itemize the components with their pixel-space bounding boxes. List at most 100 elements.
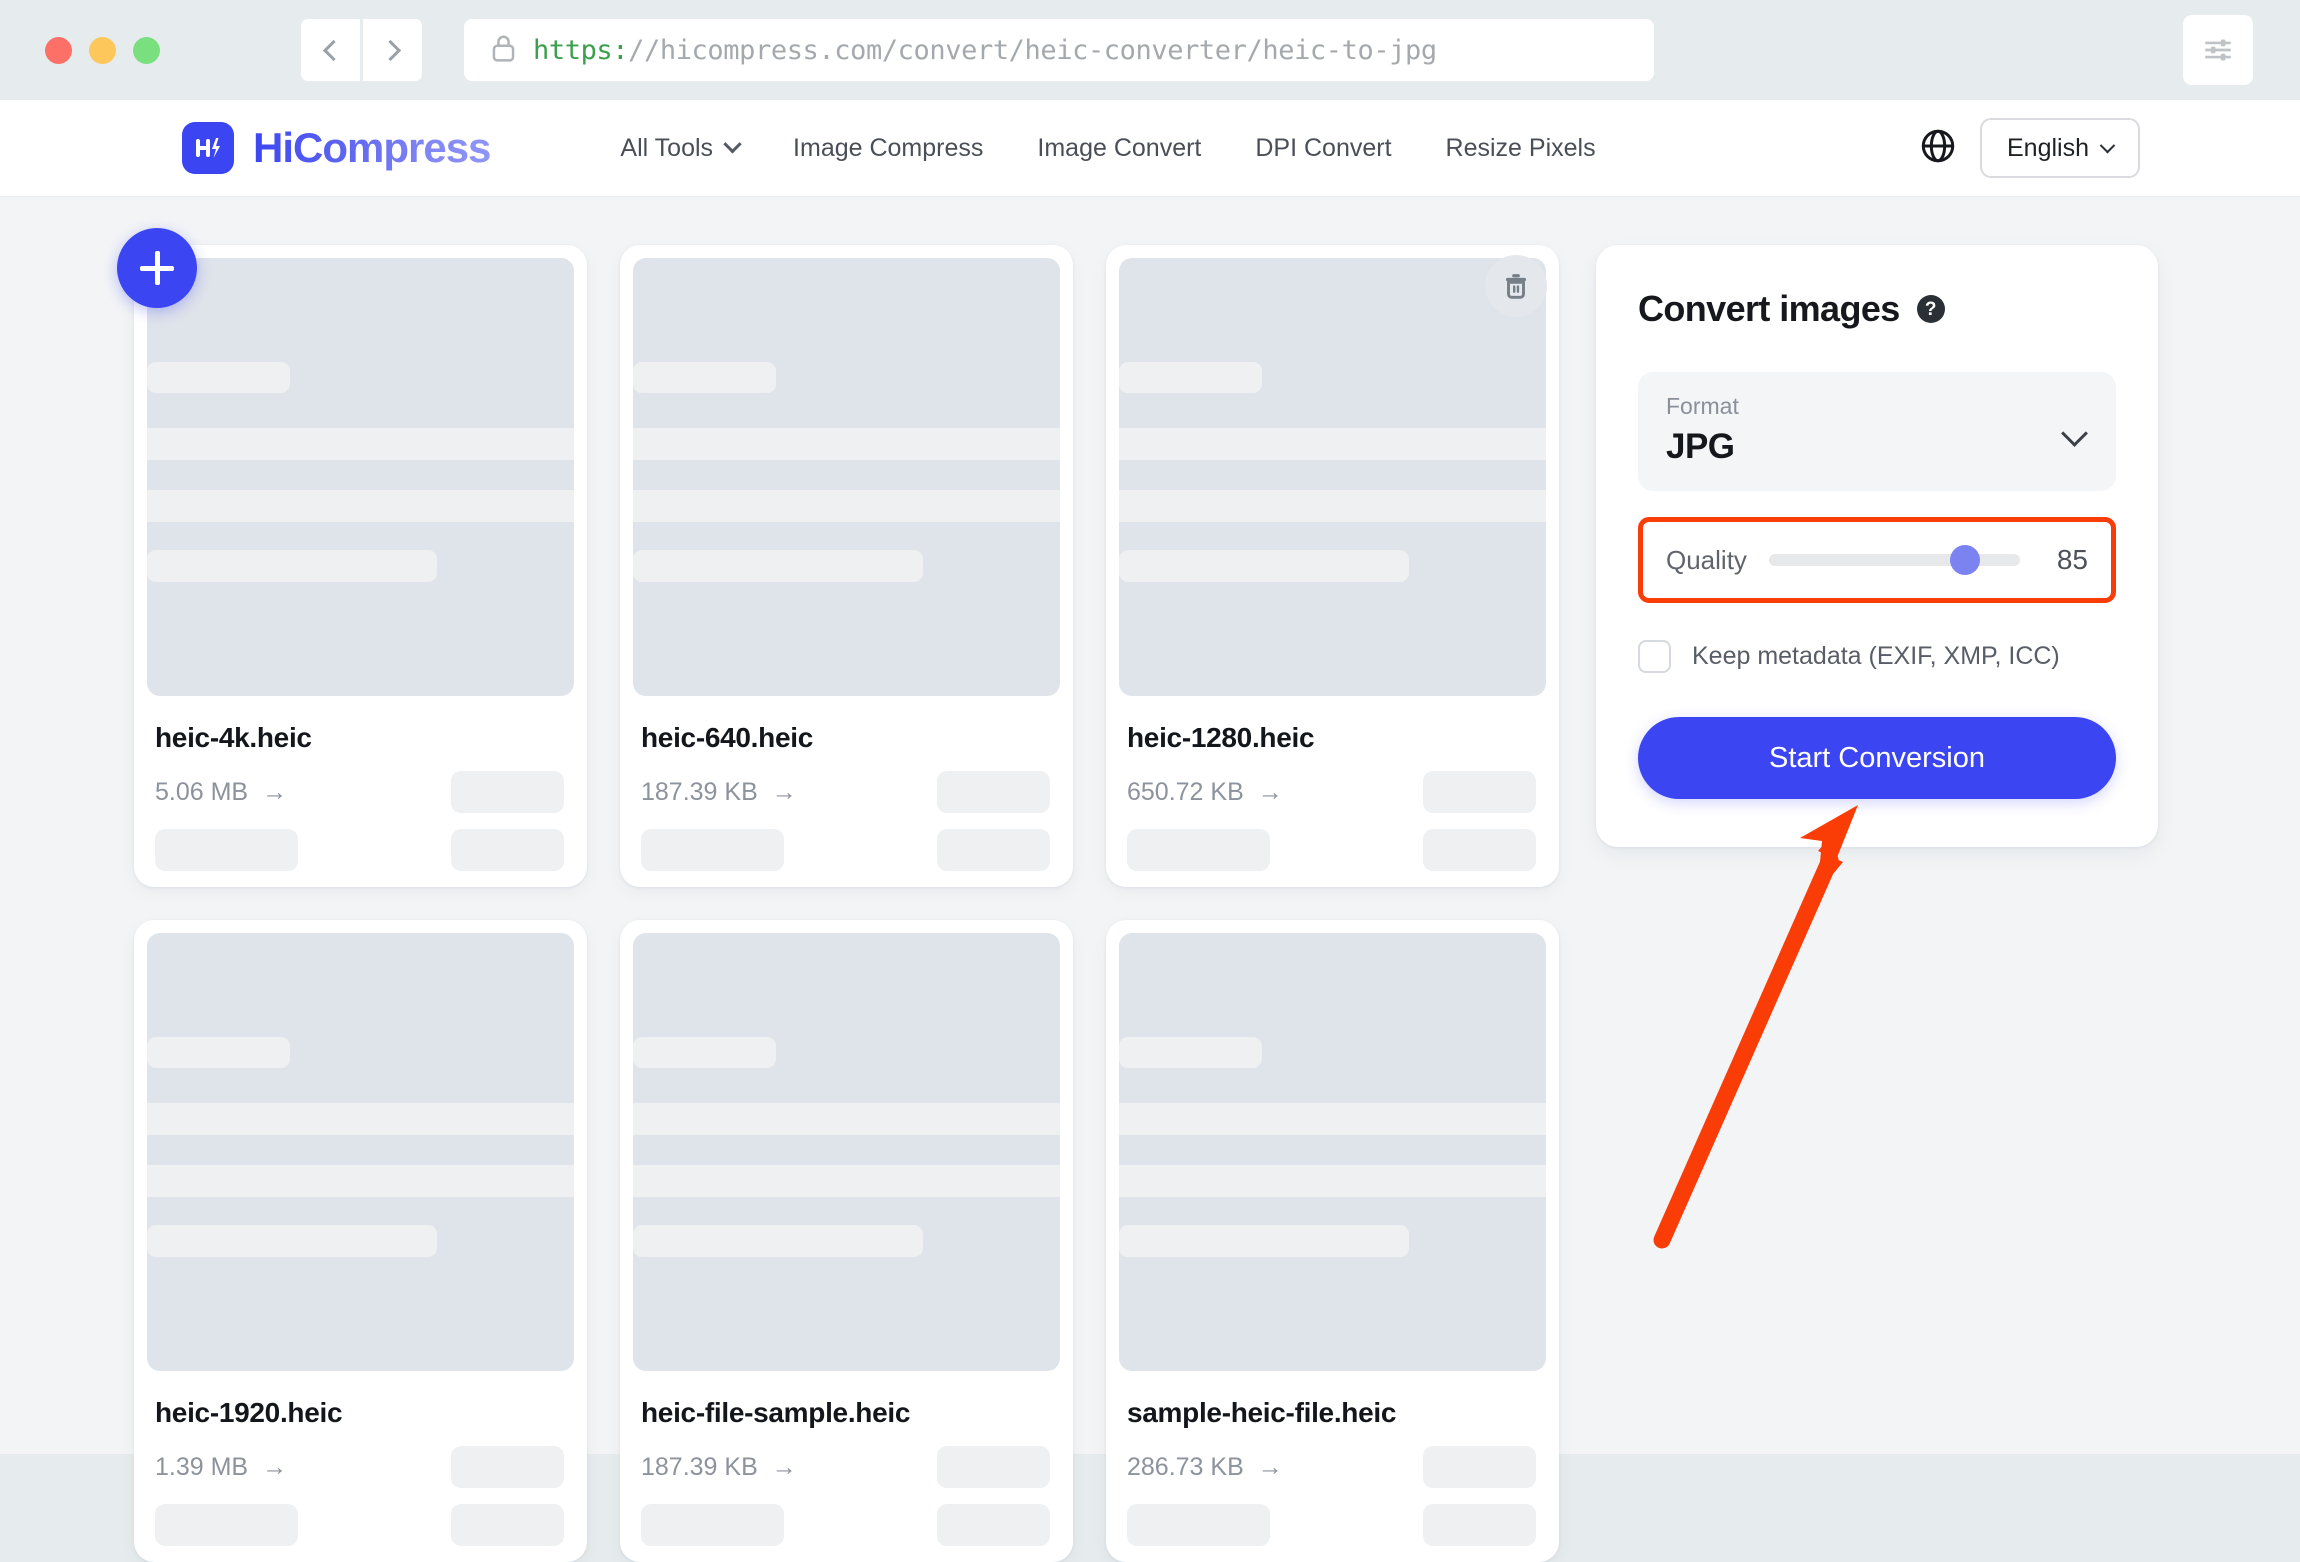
arrow-right-icon: →	[1257, 1452, 1283, 1481]
quality-slider-thumb[interactable]	[1949, 545, 1980, 575]
globe-icon[interactable]	[1919, 127, 1957, 170]
forward-button[interactable]	[363, 19, 422, 81]
result-size-placeholder	[1423, 1446, 1536, 1488]
file-bottom-row	[641, 1504, 1060, 1546]
file-action-placeholder	[155, 1504, 298, 1546]
help-circle-icon[interactable]: ?	[1916, 295, 1945, 323]
thumbnail-skeleton-bar	[633, 1165, 1060, 1197]
file-card[interactable]: sample-heic-file.heic 286.73 KB →	[1106, 920, 1559, 1562]
url-rest: //hicompress.com/convert/heic-converter/…	[628, 34, 1437, 66]
file-thumbnail	[633, 258, 1060, 696]
add-files-button[interactable]	[117, 228, 197, 308]
file-thumbnail	[147, 258, 574, 696]
arrow-right-icon: →	[262, 1452, 288, 1481]
file-action-placeholder	[1127, 1504, 1270, 1546]
thumbnail-skeleton-bar	[1119, 1225, 1409, 1257]
file-name: sample-heic-file.heic	[1127, 1397, 1397, 1428]
nav-item-label: Image Compress	[793, 133, 984, 162]
file-card[interactable]: heic-1920.heic 1.39 MB →	[134, 920, 587, 1562]
window-close-button[interactable]	[45, 36, 72, 64]
file-grid: heic-4k.heic 5.06 MB → heic-640.heic 187…	[117, 228, 1559, 1562]
brand-logo[interactable]: HiCompress	[182, 122, 491, 174]
file-bottom-row	[155, 829, 574, 871]
format-select[interactable]: Format JPG	[1638, 372, 2116, 491]
window-zoom-button[interactable]	[133, 36, 160, 64]
file-card[interactable]: heic-640.heic 187.39 KB →	[620, 245, 1073, 887]
keep-metadata-label: Keep metadata (EXIF, XMP, ICC)	[1692, 642, 2060, 670]
file-action-placeholder	[451, 829, 564, 871]
file-size-value: 187.39 KB	[641, 777, 758, 806]
file-size: 187.39 KB →	[641, 778, 797, 807]
trash-icon	[1506, 274, 1526, 299]
thumbnail-skeleton-bar	[147, 362, 290, 393]
keep-metadata-checkbox[interactable]	[1638, 640, 1671, 673]
delete-file-button[interactable]	[1485, 255, 1547, 317]
thumbnail-skeleton-bar	[1119, 1165, 1546, 1197]
url-bar[interactable]: https://hicompress.com/convert/heic-conv…	[464, 19, 1654, 81]
format-value: JPG	[1666, 427, 1735, 466]
thumbnail-skeleton-bar	[1119, 1037, 1262, 1068]
file-thumbnail	[633, 933, 1060, 1371]
nav-item-all-tools[interactable]: All Tools	[593, 134, 766, 163]
file-bottom-row	[1127, 1504, 1546, 1546]
file-name: heic-file-sample.heic	[641, 1397, 911, 1428]
keep-metadata-row[interactable]: Keep metadata (EXIF, XMP, ICC)	[1638, 640, 2116, 673]
thumbnail-skeleton-bar	[633, 428, 1060, 460]
file-bottom-row	[641, 829, 1060, 871]
language-selector[interactable]: English	[1980, 118, 2140, 178]
file-action-placeholder	[451, 1504, 564, 1546]
start-conversion-button[interactable]: Start Conversion	[1638, 717, 2116, 799]
thumbnail-skeleton-bar	[147, 428, 574, 460]
result-size-placeholder	[451, 1446, 564, 1488]
window-traffic-lights	[45, 36, 160, 64]
file-size: 5.06 MB →	[155, 778, 287, 807]
nav-item-dpi-convert[interactable]: DPI Convert	[1228, 134, 1418, 163]
arrow-right-icon: →	[771, 777, 797, 806]
file-action-placeholder	[155, 829, 298, 871]
format-label: Format	[1666, 393, 1739, 419]
window-minimize-button[interactable]	[89, 36, 116, 64]
file-action-placeholder	[937, 829, 1050, 871]
file-meta-row: 650.72 KB →	[1127, 771, 1546, 813]
result-size-placeholder	[937, 1446, 1050, 1488]
thumbnail-skeleton-bar	[633, 1103, 1060, 1135]
quality-value: 85	[2056, 544, 2088, 575]
browser-nav-buttons	[301, 19, 422, 81]
thumbnail-skeleton-bar	[633, 490, 1060, 522]
file-name: heic-640.heic	[641, 722, 813, 753]
arrow-right-icon: →	[771, 1452, 797, 1481]
file-card[interactable]: heic-1280.heic 650.72 KB →	[1106, 245, 1559, 887]
file-meta-row: 286.73 KB →	[1127, 1446, 1546, 1488]
nav-item-image-convert[interactable]: Image Convert	[1010, 134, 1228, 163]
file-size: 286.73 KB →	[1127, 1453, 1283, 1482]
file-thumbnail	[1119, 933, 1546, 1371]
file-action-placeholder	[937, 1504, 1050, 1546]
language-selector-label: English	[2007, 133, 2089, 162]
file-action-placeholder	[1127, 829, 1270, 871]
nav-item-resize-pixels[interactable]: Resize Pixels	[1419, 134, 1623, 163]
thumbnail-skeleton-bar	[1119, 428, 1546, 460]
brand-name: HiCompress	[253, 124, 491, 171]
file-action-placeholder	[1423, 1504, 1536, 1546]
back-button[interactable]	[301, 19, 360, 81]
file-card[interactable]: heic-4k.heic 5.06 MB →	[117, 228, 587, 887]
hicompress-logo-icon	[182, 122, 234, 174]
nav-item-label: DPI Convert	[1255, 133, 1392, 162]
thumbnail-skeleton-bar	[1119, 490, 1546, 522]
browser-settings-button[interactable]	[2183, 15, 2253, 85]
url-scheme: https:	[533, 34, 629, 66]
file-action-placeholder	[1423, 829, 1536, 871]
file-name: heic-4k.heic	[155, 722, 312, 753]
file-size-value: 5.06 MB	[155, 777, 249, 806]
file-thumbnail	[1119, 258, 1546, 696]
thumbnail-skeleton-bar	[147, 1037, 290, 1068]
file-card[interactable]: heic-file-sample.heic 187.39 KB →	[620, 920, 1073, 1562]
arrow-right-icon: →	[262, 777, 288, 806]
quality-slider[interactable]	[1768, 545, 2020, 575]
nav-item-image-compress[interactable]: Image Compress	[766, 134, 1010, 163]
file-action-placeholder	[641, 1504, 784, 1546]
file-size: 650.72 KB →	[1127, 778, 1283, 807]
thumbnail-skeleton-bar	[1119, 550, 1409, 582]
file-size-value: 187.39 KB	[641, 1452, 758, 1481]
chevron-down-icon	[723, 134, 742, 153]
